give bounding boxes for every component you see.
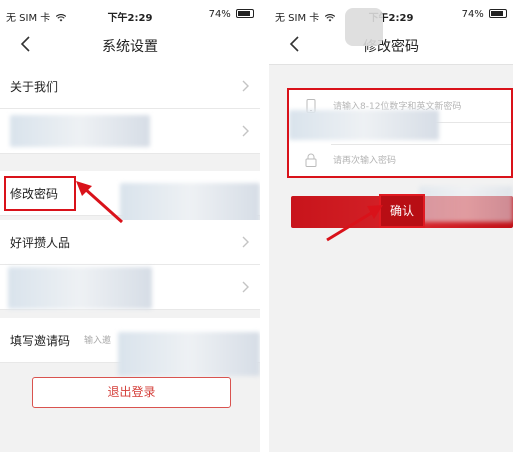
- blurred-content: [8, 267, 152, 309]
- settings-row-about[interactable]: 关于我们: [0, 64, 260, 109]
- blurred-content: [419, 186, 513, 222]
- chevron-right-icon: [242, 236, 249, 248]
- status-bar: 无 SIM 卡 下午2:29 74%: [269, 0, 513, 26]
- annotation-arrow-icon: [326, 205, 383, 242]
- annotation-arrow-icon: [76, 181, 124, 224]
- invite-code-placeholder: 输入邀: [84, 336, 112, 346]
- settings-row-label: 填写邀请码: [10, 334, 71, 348]
- highlight-box-change-password: [4, 176, 76, 211]
- settings-row-blurred[interactable]: [0, 109, 260, 154]
- settings-row-rate[interactable]: 好评攒人品: [0, 220, 260, 265]
- page-title: 修改密码: [363, 39, 419, 55]
- logout-button[interactable]: 退出登录: [32, 377, 231, 408]
- settings-screen: 无 SIM 卡 下午2:29 74% 系统设置 关于我们 修改密码 好评攒人品 …: [0, 0, 260, 452]
- blurred-content: [10, 115, 150, 147]
- highlight-box-password-form: [287, 88, 513, 178]
- settings-row-label: 好评攒人品: [10, 236, 71, 250]
- battery-indicator: 74%: [462, 9, 507, 20]
- page-title: 系统设置: [102, 39, 158, 55]
- battery-percent: 74%: [461, 9, 484, 20]
- chevron-right-icon: [242, 281, 249, 293]
- chevron-right-icon: [242, 80, 249, 92]
- overlay-square: [345, 8, 383, 46]
- chevron-right-icon: [242, 125, 249, 137]
- nav-bar: 修改密码: [269, 26, 513, 65]
- battery-icon: [489, 9, 507, 18]
- screenshot-canvas: 无 SIM 卡 下午2:29 74% 系统设置 关于我们 修改密码 好评攒人品 …: [0, 0, 513, 452]
- battery-indicator: 74%: [209, 9, 254, 20]
- nav-bar: 系统设置: [0, 26, 260, 65]
- blurred-content: [118, 332, 260, 376]
- status-bar: 无 SIM 卡 下午2:29 74%: [0, 0, 260, 26]
- battery-percent: 74%: [208, 9, 231, 20]
- panel-divider: [260, 0, 269, 452]
- settings-row-label: 关于我们: [10, 80, 59, 94]
- change-password-screen: 无 SIM 卡 下午2:29 74% 修改密码 确认: [269, 0, 513, 452]
- settings-row-blurred[interactable]: [0, 265, 260, 310]
- settings-row-invite-code[interactable]: 填写邀请码 输入邀: [0, 318, 260, 376]
- battery-icon: [236, 9, 254, 18]
